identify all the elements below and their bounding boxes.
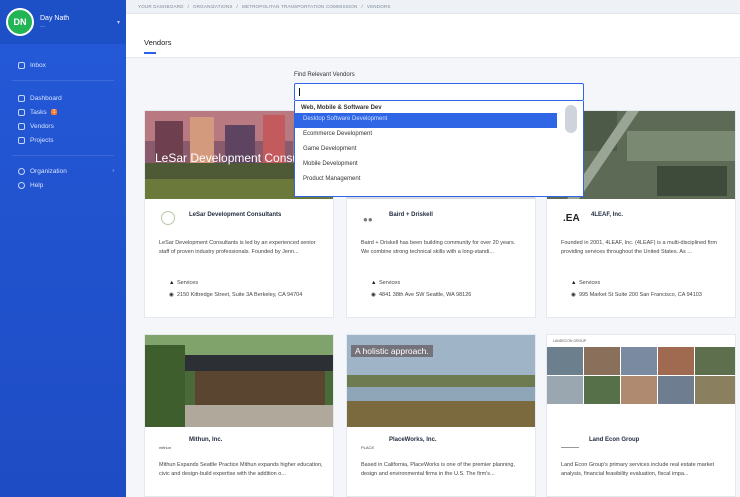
dropdown-option[interactable]: Mobile Development	[295, 158, 583, 173]
chevron-down-icon[interactable]: ▾	[117, 19, 120, 26]
location-icon: ◉	[571, 292, 576, 298]
sidebar-item-label: Vendors	[30, 122, 54, 130]
search-dropdown: Web, Mobile & Software Dev Desktop Softw…	[294, 101, 584, 197]
breadcrumb-item[interactable]: YOUR DASHBOARD	[138, 4, 184, 9]
image-caption: LeSar Development Consu	[155, 151, 300, 165]
organization-icon	[18, 167, 25, 175]
chevron-down-icon: ›	[112, 168, 114, 174]
sidebar-item-label: Projects	[30, 136, 54, 144]
title-underline	[144, 52, 156, 54]
vendor-logo: mithun	[159, 445, 172, 450]
sidebar-item-vendors[interactable]: Vendors	[0, 119, 126, 133]
divider	[12, 80, 114, 81]
vendor-logo: PLACE	[361, 445, 375, 450]
projects-icon	[18, 136, 25, 144]
vendor-name[interactable]: Baird + Driskell	[389, 212, 433, 218]
user-subtitle: ---	[40, 23, 45, 30]
vendor-address: ◉ 4841 38th Ave SW Seattle, WA 98126	[371, 292, 472, 298]
dropdown-scrollbar[interactable]	[565, 105, 577, 133]
page-header: Vendors	[126, 14, 740, 58]
location-icon: ◉	[169, 292, 174, 298]
vendor-name[interactable]: LeSar Development Consultants	[189, 212, 281, 218]
dropdown-option[interactable]: Desktop Software Development	[295, 113, 557, 128]
vendor-services: ▲ Services	[371, 280, 401, 286]
vendor-search-input[interactable]	[294, 83, 584, 101]
sidebar: DN Day Nath --- ▾ Inbox Dashboard Tasks 1…	[0, 0, 126, 497]
vendor-description: Based in California, PlaceWorks is one o…	[361, 462, 515, 477]
person-icon: ▲	[371, 280, 377, 286]
vendor-image: LANDECON GROUP	[547, 335, 735, 427]
vendor-description: Land Econ Group's primary services inclu…	[561, 462, 714, 477]
image-caption: LANDECON GROUP	[553, 339, 587, 343]
text-cursor	[299, 88, 300, 96]
sidebar-item-help[interactable]: Help	[0, 178, 126, 192]
vendor-name[interactable]: Land Econ Group	[589, 437, 639, 443]
vendor-card-mithun[interactable]: mithun Mithun, Inc. Mithun Expands Seatt…	[144, 334, 334, 497]
search-label: Find Relevant Vendors	[294, 72, 355, 78]
sidebar-item-label: Help	[30, 181, 44, 189]
sidebar-item-label: Dashboard	[30, 94, 62, 102]
tasks-icon	[18, 108, 25, 116]
vendor-logo	[561, 447, 579, 448]
vendor-description: LeSar Development Consultants is led by …	[159, 240, 316, 255]
sidebar-item-dashboard[interactable]: Dashboard	[0, 91, 126, 105]
avatar: DN	[6, 8, 34, 36]
vendor-image	[145, 335, 333, 427]
inbox-icon	[18, 61, 25, 69]
page-title: Vendors	[144, 38, 172, 47]
vendor-logo: ●●	[363, 215, 373, 224]
vendor-name[interactable]: Mithun, Inc.	[189, 437, 222, 443]
image-caption: A holistic approach.	[351, 345, 433, 357]
vendor-description: Mithun Expands Seattle Practice Mithun e…	[159, 462, 323, 477]
vendor-card-landecon[interactable]: LANDECON GROUP Land Econ Group Land Econ…	[546, 334, 736, 497]
vendor-services: ▲ Services	[571, 280, 601, 286]
sidebar-item-label: Organization	[30, 167, 67, 175]
dropdown-option[interactable]: Game Development	[295, 143, 583, 158]
dashboard-icon	[18, 94, 25, 102]
breadcrumb-item[interactable]: METROPOLITAN TRANSPORTATION COMMISSION	[242, 4, 357, 9]
vendor-description: Baird + Driskell has been building commu…	[361, 240, 516, 255]
person-icon: ▲	[169, 280, 175, 286]
sidebar-item-tasks[interactable]: Tasks 1	[0, 105, 126, 119]
sidebar-item-label: Tasks	[30, 108, 47, 116]
vendor-address: ◉ 995 Market St Suite 200 San Francisco, …	[571, 292, 702, 298]
vendor-image: A holistic approach.	[347, 335, 535, 427]
vendor-name[interactable]: PlaceWorks, Inc.	[389, 437, 437, 443]
vendor-card-placeworks[interactable]: A holistic approach. PLACE PlaceWorks, I…	[346, 334, 536, 497]
divider	[12, 155, 114, 156]
vendor-services: ▲ Services	[169, 280, 199, 286]
person-icon: ▲	[571, 280, 577, 286]
vendor-logo: .EA	[563, 213, 580, 224]
user-name: Day Nath	[40, 14, 70, 22]
location-icon: ◉	[371, 292, 376, 298]
sidebar-item-organization[interactable]: Organization ›	[0, 164, 126, 178]
dropdown-group-label: Web, Mobile & Software Dev	[301, 105, 382, 111]
dropdown-option[interactable]: Product Management	[295, 173, 583, 188]
vendor-description: Founded in 2001, 4LEAF, Inc. (4LEAF) is …	[561, 240, 717, 255]
help-icon	[18, 181, 25, 189]
breadcrumb-item: VENDORS	[366, 4, 391, 9]
user-menu[interactable]: DN Day Nath --- ▾	[0, 0, 126, 44]
vendors-icon	[18, 122, 25, 130]
main-content: YOUR DASHBOARD / ORGANIZATIONS / METROPOLI…	[126, 0, 740, 497]
breadcrumb-item[interactable]: ORGANIZATIONS	[193, 4, 233, 9]
dropdown-option[interactable]: Ecommerce Development	[295, 128, 583, 143]
sidebar-item-inbox[interactable]: Inbox	[0, 58, 126, 72]
vendor-name[interactable]: 4LEAF, Inc.	[591, 212, 623, 218]
sidebar-item-projects[interactable]: Projects	[0, 133, 126, 147]
breadcrumb: YOUR DASHBOARD / ORGANIZATIONS / METROPOLI…	[126, 0, 740, 14]
sidebar-item-label: Inbox	[30, 61, 46, 69]
vendor-address: ◉ 2150 Kittredge Street, Suite 3A Berkele…	[169, 292, 303, 298]
tasks-badge: 1	[50, 109, 58, 115]
vendor-logo	[161, 211, 175, 225]
